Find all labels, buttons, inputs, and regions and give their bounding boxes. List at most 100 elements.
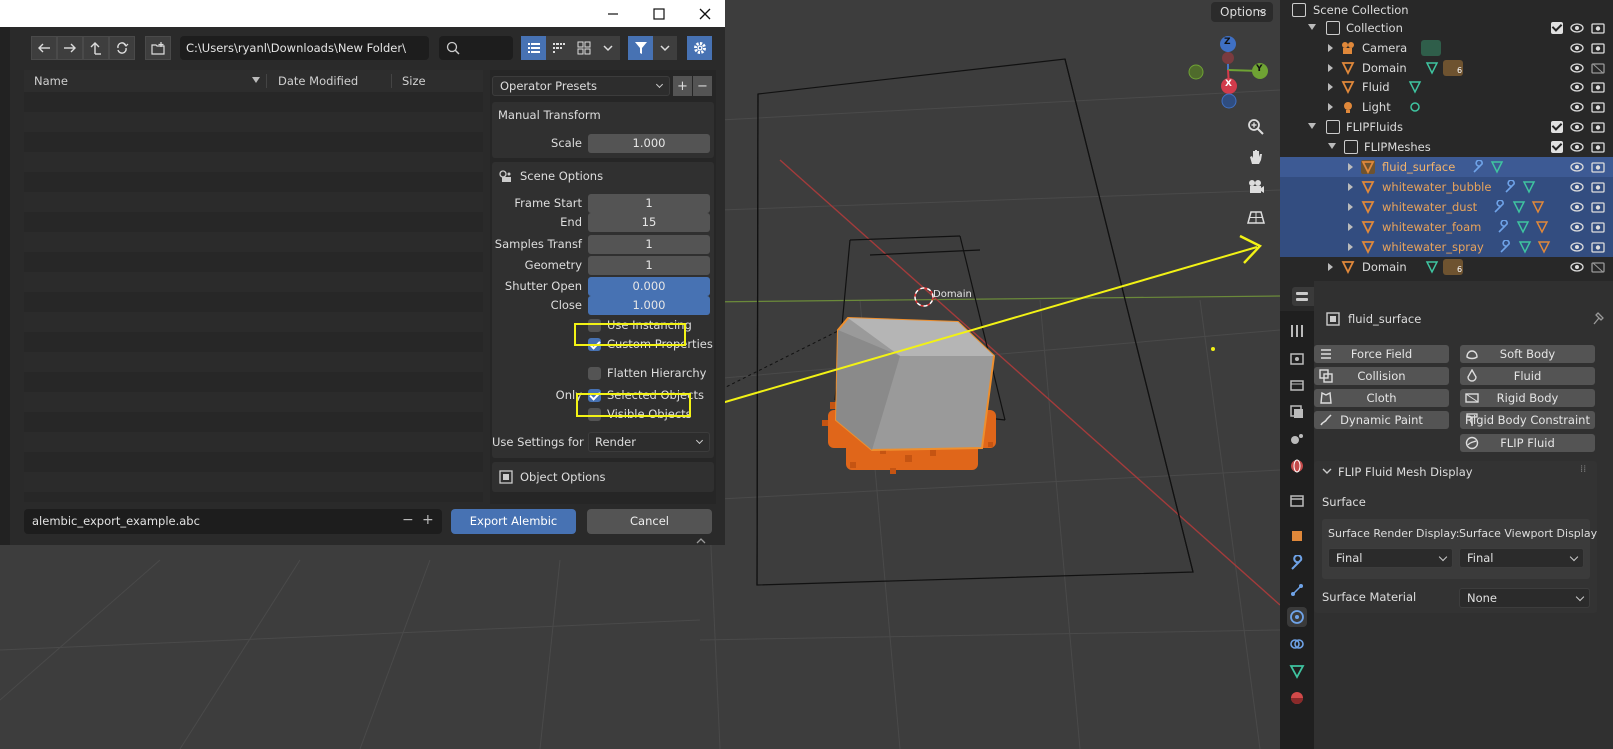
outliner-row[interactable]: Domain 6 [1280, 58, 1613, 78]
outliner-row-selected[interactable]: whitewater_spray [1280, 237, 1613, 257]
close-window-button[interactable] [682, 0, 728, 27]
mesh-data-icon[interactable] [1425, 61, 1439, 75]
forward-button[interactable] [57, 36, 83, 60]
expand-icon[interactable] [1308, 24, 1316, 30]
remove-preset-button[interactable]: − [693, 76, 712, 96]
wrench-icon[interactable] [1498, 240, 1512, 254]
expand-icon[interactable] [1348, 243, 1353, 251]
horizontal-list-view-button[interactable] [546, 36, 571, 60]
tab-tool[interactable] [1287, 321, 1307, 341]
eye-icon[interactable] [1570, 181, 1584, 193]
minimize-button[interactable] [590, 0, 636, 27]
mesh-data-icon[interactable] [1408, 80, 1422, 94]
column-name[interactable]: Name [34, 70, 68, 92]
mesh-data-icon[interactable] [1425, 260, 1439, 274]
camera-render-icon[interactable] [1591, 201, 1605, 213]
filter-toggle-button[interactable] [628, 36, 653, 60]
camera-view-tool[interactable] [1241, 172, 1271, 202]
increment-filename-button[interactable]: + [422, 512, 434, 528]
force-field-button[interactable]: Force Field [1314, 345, 1449, 363]
eye-icon[interactable] [1570, 161, 1584, 173]
camera-render-icon[interactable] [1591, 141, 1605, 153]
exclude-checkbox[interactable] [1551, 22, 1563, 34]
material-icon[interactable] [1535, 220, 1549, 234]
column-date-modified[interactable]: Date Modified [278, 70, 358, 92]
drag-handle-icon[interactable]: ⁞⁞ [1580, 464, 1586, 475]
exclude-checkbox[interactable] [1551, 121, 1563, 133]
soft-body-button[interactable]: Soft Body [1460, 345, 1595, 363]
camera-render-off-icon[interactable] [1591, 261, 1605, 273]
camera-render-icon[interactable] [1591, 101, 1605, 113]
expand-icon[interactable] [1328, 143, 1336, 149]
camera-render-icon[interactable] [1591, 42, 1605, 54]
parent-directory-button[interactable] [83, 36, 109, 60]
use-settings-dropdown[interactable]: Render [588, 432, 710, 452]
gizmo-z-label[interactable]: Z [1224, 37, 1231, 47]
material-icon[interactable] [1537, 240, 1551, 254]
eye-icon[interactable] [1570, 22, 1584, 34]
outliner-row-active[interactable]: fluid_surface [1280, 157, 1613, 177]
tab-object[interactable] [1287, 526, 1307, 546]
camera-render-icon[interactable] [1591, 221, 1605, 233]
outliner-row[interactable]: Camera [1280, 38, 1613, 58]
decrement-filename-button[interactable]: − [402, 512, 414, 528]
directory-path-input[interactable]: C:\Users\ryanl\Downloads\New Folder\ [180, 36, 429, 60]
collapse-chevron-icon[interactable] [696, 537, 706, 544]
add-preset-button[interactable]: + [673, 76, 692, 96]
object-options-panel[interactable]: Object Options [492, 462, 714, 492]
outliner-row[interactable]: Scene Collection [1280, 0, 1613, 20]
new-folder-button[interactable] [145, 36, 171, 60]
outliner-row[interactable]: FLIPMeshes [1280, 137, 1613, 157]
frame-end-field[interactable]: 15 [588, 213, 710, 232]
camera-data-icon[interactable] [1421, 40, 1441, 56]
zoom-tool[interactable] [1241, 112, 1271, 142]
frame-start-field[interactable]: 1 [588, 194, 710, 213]
eye-icon[interactable] [1570, 42, 1584, 54]
tab-world[interactable] [1287, 456, 1307, 476]
camera-render-icon[interactable] [1591, 121, 1605, 133]
expand-icon[interactable] [1328, 64, 1333, 72]
file-list[interactable]: Name Date Modified Size [24, 70, 483, 502]
filename-input[interactable]: alembic_export_example.abc [24, 509, 442, 534]
tab-constraints[interactable] [1287, 634, 1307, 654]
camera-render-icon[interactable] [1591, 241, 1605, 253]
outliner-panel[interactable]: Scene Collection Collection Camera Domai… [1280, 0, 1613, 281]
thumbnail-view-button[interactable] [571, 36, 596, 60]
tab-view-layer[interactable] [1287, 402, 1307, 422]
flip-fluid-button[interactable]: FLIP Fluid [1460, 434, 1595, 452]
eye-icon[interactable] [1570, 121, 1584, 133]
eye-icon[interactable] [1570, 141, 1584, 153]
pan-tool[interactable] [1241, 142, 1271, 172]
camera-render-icon[interactable] [1591, 22, 1605, 34]
outliner-row-selected[interactable]: whitewater_dust [1280, 197, 1613, 217]
chevron-down-icon[interactable] [1322, 468, 1332, 476]
flatten-hierarchy-label[interactable]: Flatten Hierarchy [607, 366, 706, 380]
gizmo-x-label[interactable]: X [1225, 79, 1232, 89]
expand-icon[interactable] [1348, 183, 1353, 191]
dynamic-paint-button[interactable]: Dynamic Paint [1314, 411, 1449, 429]
rigid-body-constraint-button[interactable]: Rigid Body Constraint [1460, 411, 1595, 429]
maximize-button[interactable] [636, 0, 682, 27]
wrench-icon[interactable] [1492, 200, 1506, 214]
outliner-row[interactable]: Light [1280, 97, 1613, 117]
viewport-display-dropdown[interactable]: Final [1459, 548, 1584, 568]
render-display-dropdown[interactable]: Final [1328, 548, 1453, 568]
mesh-data-icon[interactable] [1516, 220, 1530, 234]
cancel-button[interactable]: Cancel [587, 509, 712, 534]
eye-icon[interactable] [1570, 81, 1584, 93]
eye-icon[interactable] [1570, 221, 1584, 233]
wrench-icon[interactable] [1471, 160, 1485, 174]
expand-icon[interactable] [1328, 83, 1333, 91]
mesh-data-icon[interactable] [1490, 160, 1504, 174]
operator-presets-dropdown[interactable]: Operator Presets [492, 76, 670, 96]
expand-icon[interactable] [1328, 263, 1333, 271]
camera-render-icon[interactable] [1591, 181, 1605, 193]
sort-arrow-icon[interactable] [252, 77, 260, 83]
expand-icon[interactable] [1328, 44, 1333, 52]
expand-icon[interactable] [1348, 163, 1353, 171]
tab-modifiers[interactable] [1287, 553, 1307, 573]
tab-material[interactable] [1287, 688, 1307, 708]
collision-button[interactable]: Collision [1314, 367, 1449, 385]
geometry-samples-field[interactable]: 1 [588, 256, 710, 275]
tab-physics-active[interactable] [1287, 607, 1307, 627]
